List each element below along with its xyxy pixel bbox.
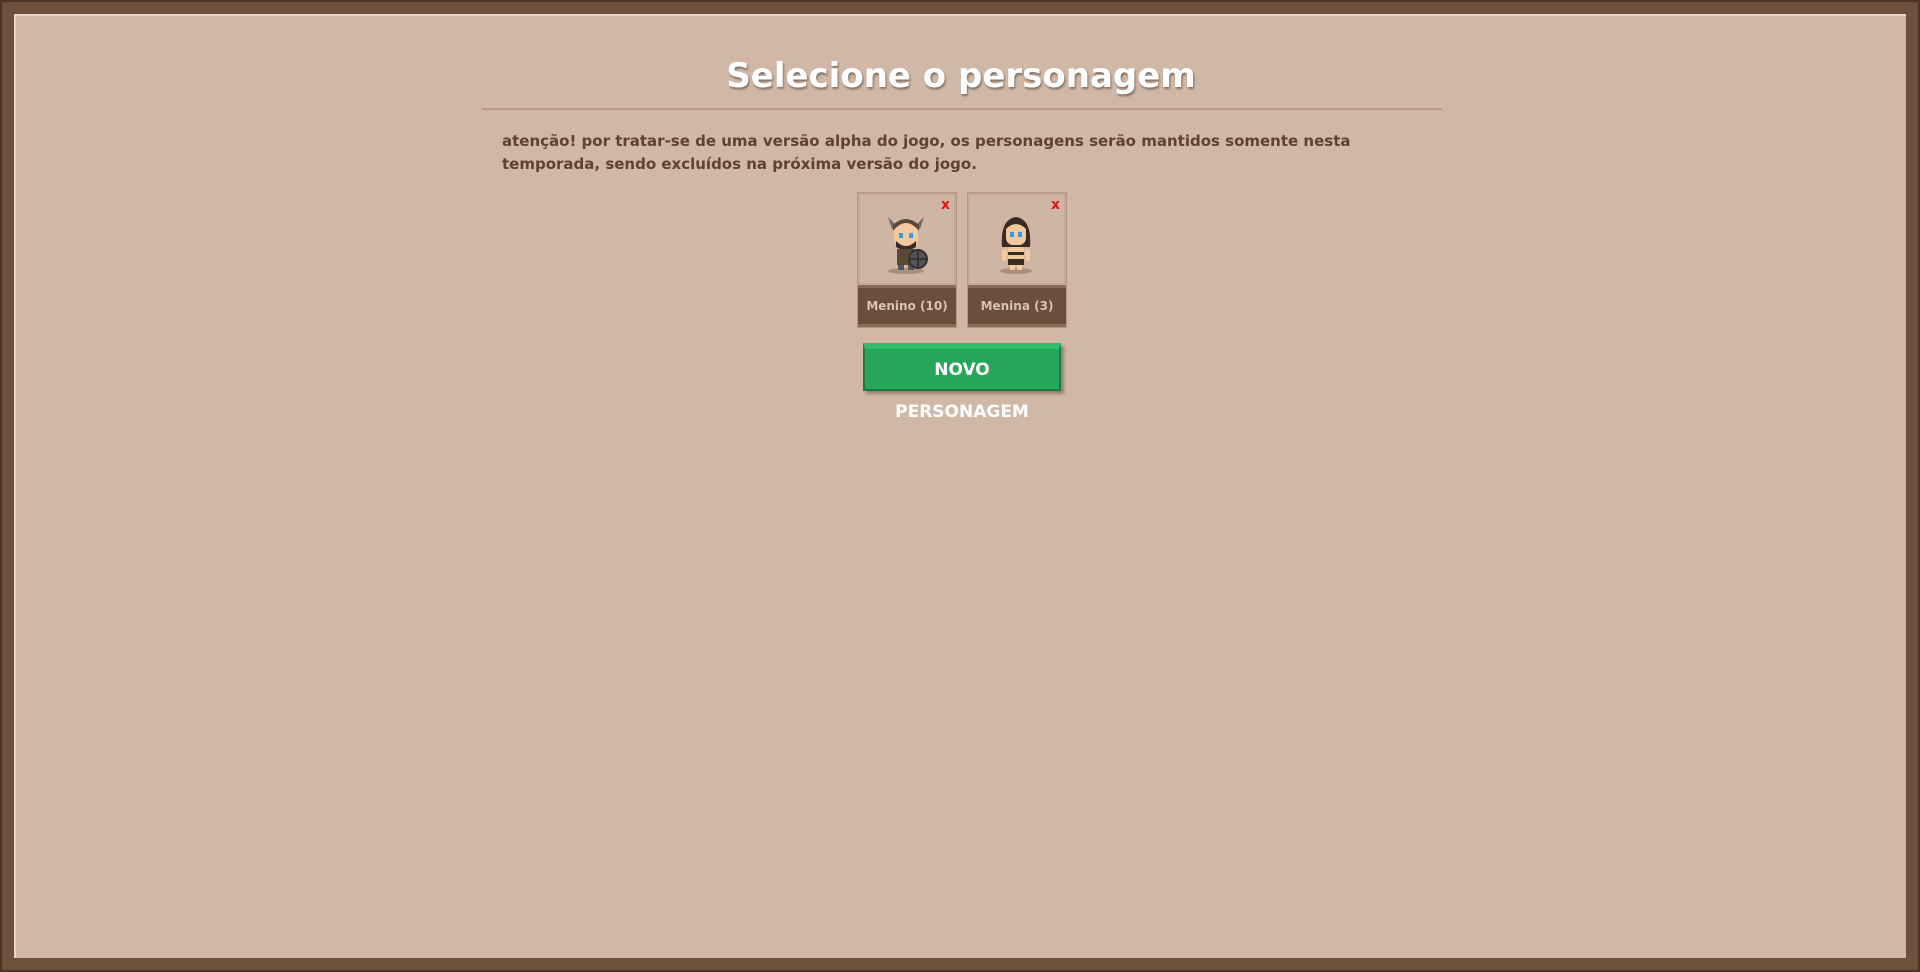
viking-boy-icon [888, 217, 928, 274]
content-panel: Selecione o personagem atenção! por trat… [14, 14, 1906, 958]
character-name: Menina (3) [968, 285, 1066, 327]
delete-character-icon[interactable]: x [1051, 197, 1060, 213]
cave-girl-icon [1000, 217, 1032, 274]
character-card-menina[interactable]: x Menina (3) [967, 192, 1067, 328]
page-frame: Selecione o personagem atenção! por trat… [2, 2, 1918, 970]
alpha-notice: atenção! por tratar-se de uma versão alp… [502, 132, 1351, 173]
page-title: Selecione o personagem [726, 56, 1196, 96]
divider [482, 108, 1442, 110]
delete-character-icon[interactable]: x [941, 197, 950, 213]
character-card-menino[interactable]: x Menino (10) [857, 192, 957, 328]
new-character-button[interactable]: NOVO PERSONAGEM [863, 343, 1061, 422]
character-name: Menino (10) [858, 285, 956, 327]
